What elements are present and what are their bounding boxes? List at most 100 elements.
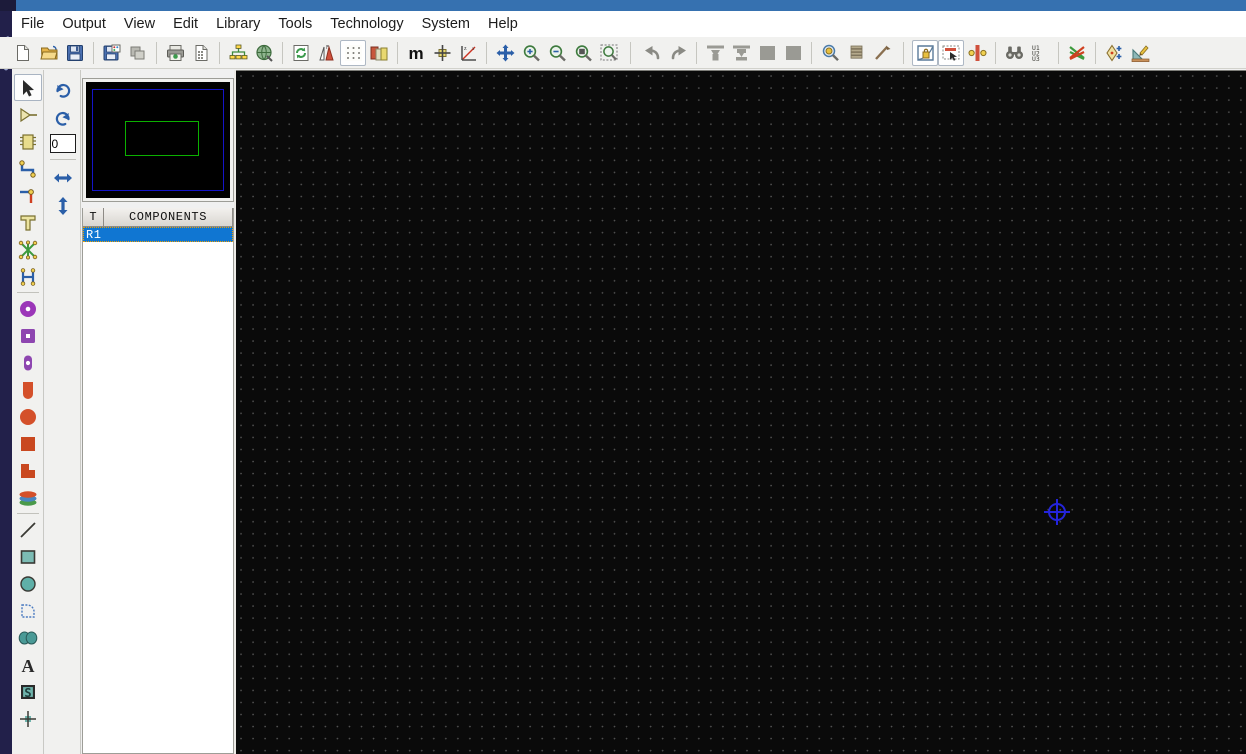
main-toolbar: Fm z x U1 U2 U3 [0,37,1246,69]
svg-text:F: F [326,45,329,51]
menu-output[interactable]: Output [53,12,115,36]
rotate-ccw-icon[interactable] [48,104,78,132]
menu-view[interactable]: View [115,12,164,36]
compass-icon[interactable] [1101,40,1127,66]
zoom-window-icon[interactable] [596,40,622,66]
flip-horizontal-icon[interactable] [48,164,78,192]
tee-junction-tool[interactable] [14,209,42,236]
layers-icon[interactable] [366,40,392,66]
component-row[interactable]: R1 [83,227,233,242]
layout-canvas[interactable] [236,70,1246,754]
component-name-cell: R1 [86,227,102,242]
device-chip-tool[interactable] [14,128,42,155]
lock-layer-icon[interactable] [912,39,938,66]
select-arrow-tool[interactable] [13,74,42,101]
union-shape-tool[interactable] [14,624,42,651]
via-round-tool[interactable] [14,295,42,322]
new-file-icon[interactable] [10,40,36,66]
menu-help[interactable]: Help [479,12,527,36]
menu-system[interactable]: System [413,12,479,36]
preview-canvas [86,82,230,198]
via-tool-icon[interactable] [964,40,990,66]
toolbar-separator [903,41,904,64]
menu-technology[interactable]: Technology [321,12,412,36]
pin-tool[interactable] [14,182,42,209]
stack-layers-tool[interactable] [14,484,42,511]
pad-step-tool[interactable] [14,457,42,484]
align-bottom-icon[interactable] [728,40,754,66]
menu-edit[interactable]: Edit [164,12,207,36]
svg-text:m: m [408,44,423,62]
via-square-tool[interactable] [14,322,42,349]
components-list-body[interactable]: R1 [83,227,233,242]
refresh-page-icon[interactable] [288,40,314,66]
components-list-panel: T COMPONENTS R1 [82,208,234,754]
measure-pencil-icon[interactable] [1127,40,1153,66]
menu-bar: File Output View Edit Library Tools Technology… [12,11,1246,37]
netlist-globe-icon[interactable] [251,40,277,66]
fill-solid-2-icon[interactable] [780,40,806,66]
via-oval-tool[interactable] [14,349,42,376]
toolbar-separator [486,41,487,64]
pad-round-tool[interactable] [14,403,42,430]
save-as-icon[interactable] [99,40,125,66]
symbol-s-tool[interactable]: S [14,678,42,705]
grid-toggle-icon[interactable] [340,39,366,66]
menu-file[interactable]: File [12,12,53,36]
polygon-tool[interactable] [14,597,42,624]
print-preview-icon[interactable] [188,40,214,66]
text-tool[interactable]: A [14,651,42,678]
star-junction-tool[interactable] [14,236,42,263]
net-cross-icon[interactable] [1064,40,1090,66]
reference-point-tool[interactable] [14,705,42,732]
canvas-grid [236,71,1246,754]
undo-icon[interactable] [639,40,665,66]
zoom-in-icon[interactable] [518,40,544,66]
axes-icon[interactable]: zx [455,40,481,66]
crosshair-cursor [1042,497,1072,527]
menu-tools[interactable]: Tools [269,12,321,36]
print-icon[interactable] [162,40,188,66]
zoom-out-icon[interactable] [544,40,570,66]
bridge-tool[interactable] [14,263,42,290]
toolbar-separator [219,41,220,64]
inspect-icon[interactable] [817,40,843,66]
column-components[interactable]: COMPONENTS [104,208,233,226]
stack-icon[interactable] [843,40,869,66]
fill-solid-icon[interactable] [754,40,780,66]
metal-m-icon[interactable]: m [403,40,429,66]
rename-u123-icon[interactable]: U1 U2 U3 [1027,40,1053,66]
find-binoculars-icon[interactable] [1001,40,1027,66]
zoom-fit-icon[interactable] [570,40,596,66]
toolbar-separator [995,41,996,64]
ruler-tool-icon[interactable] [869,40,895,66]
hierarchy-icon[interactable] [225,40,251,66]
select-area-icon[interactable] [938,39,964,66]
wire-route-tool[interactable] [14,155,42,182]
flip-vertical-icon[interactable] [48,192,78,220]
menu-library[interactable]: Library [207,12,269,36]
column-type[interactable]: T [83,208,104,226]
align-top-icon[interactable] [702,40,728,66]
redo-icon[interactable] [665,40,691,66]
pad-square-tool[interactable] [14,430,42,457]
toolbar-separator [156,41,157,64]
pan-move-icon[interactable] [492,40,518,66]
origin-crosshair-icon[interactable] [429,40,455,66]
port-tool[interactable] [14,101,42,128]
svg-text:z: z [464,46,467,52]
rotate-cw-icon[interactable] [48,76,78,104]
rectangle-tool[interactable] [14,543,42,570]
open-folder-icon[interactable] [36,40,62,66]
title-bar [0,0,1246,11]
save-disk-icon[interactable] [62,40,88,66]
component-preview-panel[interactable] [82,78,234,202]
line-tool[interactable] [14,516,42,543]
rotation-angle-input[interactable] [49,134,76,153]
ellipse-tool[interactable] [14,570,42,597]
drc-check-icon[interactable]: F [314,40,340,66]
pad-rect-tool[interactable] [14,376,42,403]
copy-cells-icon[interactable] [125,40,151,66]
components-list-header: T COMPONENTS [83,208,233,227]
transform-separator [49,159,76,160]
